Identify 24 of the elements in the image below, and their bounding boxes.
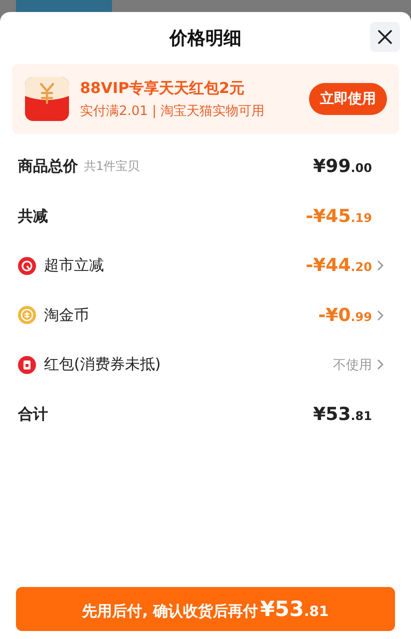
promo-subtitle: 实付满2.01 | 淘宝天猫实物可用 [80,102,266,120]
chevron-right-icon[interactable] [377,260,384,272]
price-amount: -¥45.19 [306,206,372,227]
price-amount: ¥53.81 [313,404,372,425]
row-label: 共减 [18,206,48,226]
price-amount: -¥44.20 [306,255,372,276]
row-label: 红包(消费券未抵) [44,355,161,374]
chevron-right-icon[interactable] [377,359,384,370]
row-label: 商品总价 [18,157,78,176]
use-now-button[interactable]: 立即使用 [309,83,387,115]
close-button[interactable] [370,22,400,52]
promo-title: 88VIP专享天天红包2元 [80,78,246,98]
price-amount: ¥99.00 [313,156,372,178]
sheet-title: 价格明细 [170,27,242,50]
row-note: 共1件宝贝 [84,158,140,176]
close-icon[interactable] [377,29,393,45]
row-label: 合计 [18,404,48,424]
chevron-right-icon[interactable] [377,310,384,321]
row-label: 超市立减 [44,256,104,276]
envelope-icon [24,76,70,122]
option-value: 不使用 [333,356,372,374]
price-amount: -¥0.99 [318,304,372,326]
row-label: 淘金币 [44,306,89,325]
pay-later-button[interactable]: 先用后付, 确认收货后再付¥53.81 [16,587,395,631]
